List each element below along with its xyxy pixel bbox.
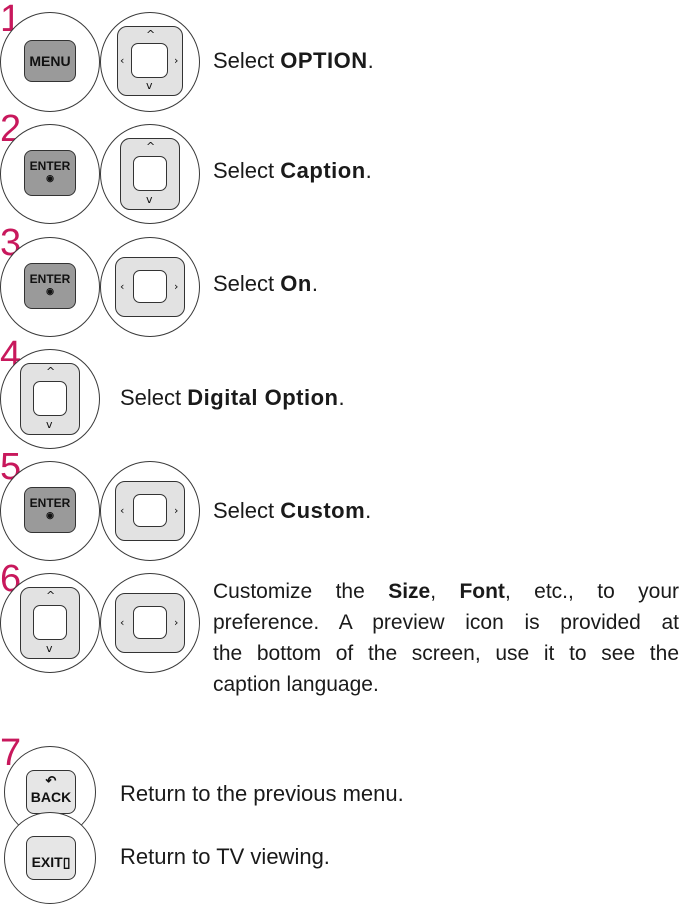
step-4-instruction: Select Digital Option. [120,385,345,410]
enter-key-label: ENTER [29,496,71,510]
dpad-center-icon [133,156,167,191]
menu-key: MENU [24,40,76,82]
dpad-leftright: ‹ › [115,593,185,653]
enter-dot-icon: ◉ [46,286,54,296]
dpad-4way: ^ v ‹ › [117,26,183,96]
step-2-instruction: Select Caption. [213,158,372,183]
step-3-instruction: Select On. [213,271,318,296]
down-arrow-icon: v [146,193,153,206]
up-arrow-icon: ^ [46,589,56,602]
up-arrow-icon: ^ [146,28,156,41]
manual-page: { "steps": [ {"number": "1", "select_pre… [0,0,683,904]
right-arrow-icon: › [174,280,179,293]
dpad-center-icon [131,43,168,78]
enter-key: ENTER ◉ [24,487,76,533]
step-7-instruction: Return to the previous menu. [120,781,404,806]
right-arrow-icon: › [174,54,179,67]
exit-door-icon: ▯ [62,854,71,870]
left-arrow-icon: ‹ [120,54,125,67]
dpad-updown: ^ v [20,587,80,659]
right-arrow-icon: › [174,616,179,629]
dpad-center-icon [133,606,167,639]
enter-key: ENTER ◉ [24,150,76,196]
left-arrow-icon: ‹ [120,616,125,629]
dpad-center-icon [33,605,67,640]
enter-key: ENTER ◉ [24,263,76,309]
enter-key-label: ENTER [29,159,71,173]
down-arrow-icon: v [146,79,153,92]
enter-dot-icon: ◉ [46,510,54,520]
dpad-updown: ^ v [20,363,80,435]
down-arrow-icon: v [46,642,53,655]
left-arrow-icon: ‹ [120,280,125,293]
dpad-center-icon [33,381,67,416]
dpad-updown: ^ v [120,138,180,210]
dpad-leftright: ‹ › [115,257,185,317]
dpad-center-icon [133,270,167,303]
right-arrow-icon: › [174,504,179,517]
up-arrow-icon: ^ [146,140,156,153]
exit-instruction: Return to TV viewing. [120,844,330,869]
step-5-instruction: Select Custom. [213,498,372,523]
step-1-instruction: Select OPTION. [213,48,374,73]
step-6-instruction: Customize the Size, Font, etc., to your … [213,580,680,696]
back-key-label: BACK [30,789,72,805]
exit-key: EXIT▯ [26,836,76,880]
enter-dot-icon: ◉ [46,173,54,183]
dpad-leftright: ‹ › [115,481,185,541]
exit-key-label: EXIT [31,854,63,870]
dpad-center-icon [133,494,167,527]
left-arrow-icon: ‹ [120,504,125,517]
back-arrow-icon: ↶ [45,773,57,788]
back-key: ↶ BACK [26,770,76,814]
enter-key-label: ENTER [29,272,71,286]
down-arrow-icon: v [46,418,53,431]
up-arrow-icon: ^ [46,365,56,378]
